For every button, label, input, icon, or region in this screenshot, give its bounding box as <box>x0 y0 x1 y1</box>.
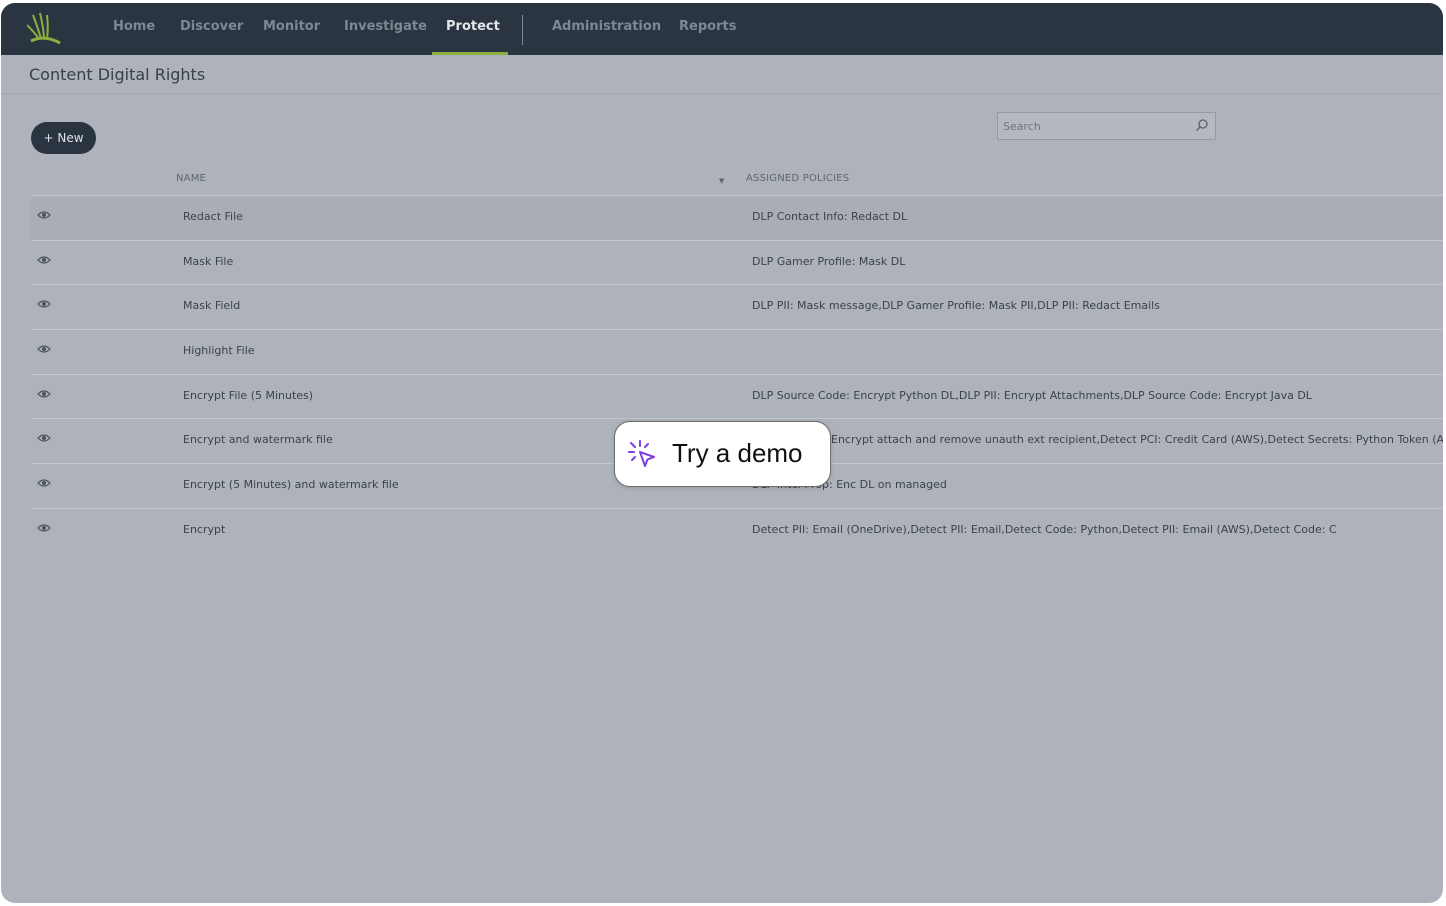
eye-icon[interactable] <box>37 389 51 399</box>
cursor-click-icon <box>628 440 655 467</box>
row-name: Highlight File <box>183 344 255 357</box>
try-demo-label: Try a demo <box>672 438 803 468</box>
try-demo-button[interactable]: Try a demo <box>614 421 831 487</box>
table-row[interactable]: Mask Field DLP PII: Mask message,DLP Gam… <box>31 284 1443 329</box>
app-window: Home Discover Monitor Investigate Protec… <box>1 3 1443 903</box>
column-header-name[interactable]: NAME <box>176 173 206 184</box>
row-name: Mask File <box>183 255 234 268</box>
eye-icon[interactable] <box>37 344 51 354</box>
nav-home[interactable]: Home <box>113 19 155 34</box>
top-nav-bar: Home Discover Monitor Investigate Protec… <box>1 3 1443 55</box>
eye-icon[interactable] <box>37 523 51 533</box>
row-policies: DLP PII: Mask message,DLP Gamer Profile:… <box>752 299 1160 312</box>
header-divider <box>1 93 1443 94</box>
nav-protect[interactable]: Protect <box>446 19 500 34</box>
nav-administration[interactable]: Administration <box>552 19 661 34</box>
nav-discover[interactable]: Discover <box>180 19 243 34</box>
row-name: Mask Field <box>183 299 241 312</box>
eye-icon[interactable] <box>37 255 51 265</box>
table-row[interactable]: Encrypt File (5 Minutes) DLP Source Code… <box>31 374 1443 419</box>
row-policies: Detect PII: Email (OneDrive),Detect PII:… <box>752 523 1337 536</box>
page-title: Content Digital Rights <box>29 65 206 84</box>
search-input[interactable] <box>1003 117 1183 135</box>
table-row[interactable]: Highlight File <box>31 329 1443 374</box>
row-name: Encrypt (5 Minutes) and watermark file <box>183 478 399 491</box>
row-policies: DLP Contact Info: Redact DL <box>752 210 908 223</box>
nav-divider <box>522 15 523 45</box>
row-policies: Encrypt attach and remove unauth ext rec… <box>831 433 1443 446</box>
eye-icon[interactable] <box>37 433 51 443</box>
search-box[interactable] <box>997 112 1216 140</box>
brand-logo-icon[interactable] <box>27 11 63 47</box>
row-name: Encrypt File (5 Minutes) <box>183 389 314 402</box>
row-name: Redact File <box>183 210 243 223</box>
sort-descending-icon[interactable]: ▼ <box>719 177 724 185</box>
table-row[interactable]: Redact File DLP Contact Info: Redact DL <box>31 195 1443 240</box>
table-row[interactable]: Mask File DLP Gamer Profile: Mask DL <box>31 240 1443 285</box>
active-tab-indicator <box>432 52 508 55</box>
eye-icon[interactable] <box>37 299 51 309</box>
new-button[interactable]: + New <box>31 122 96 154</box>
eye-icon[interactable] <box>37 210 51 220</box>
row-policies: DLP Gamer Profile: Mask DL <box>752 255 906 268</box>
row-name: Encrypt <box>183 523 226 536</box>
eye-icon[interactable] <box>37 478 51 488</box>
table-row[interactable]: Encrypt Detect PII: Email (OneDrive),Det… <box>31 508 1443 553</box>
row-name: Encrypt and watermark file <box>183 433 333 446</box>
nav-investigate[interactable]: Investigate <box>344 19 427 34</box>
column-header-assigned-policies[interactable]: ASSIGNED POLICIES <box>746 173 849 184</box>
nav-monitor[interactable]: Monitor <box>263 19 320 34</box>
search-icon[interactable] <box>1195 118 1209 132</box>
nav-reports[interactable]: Reports <box>679 19 736 34</box>
row-policies: DLP Source Code: Encrypt Python DL,DLP P… <box>752 389 1312 402</box>
